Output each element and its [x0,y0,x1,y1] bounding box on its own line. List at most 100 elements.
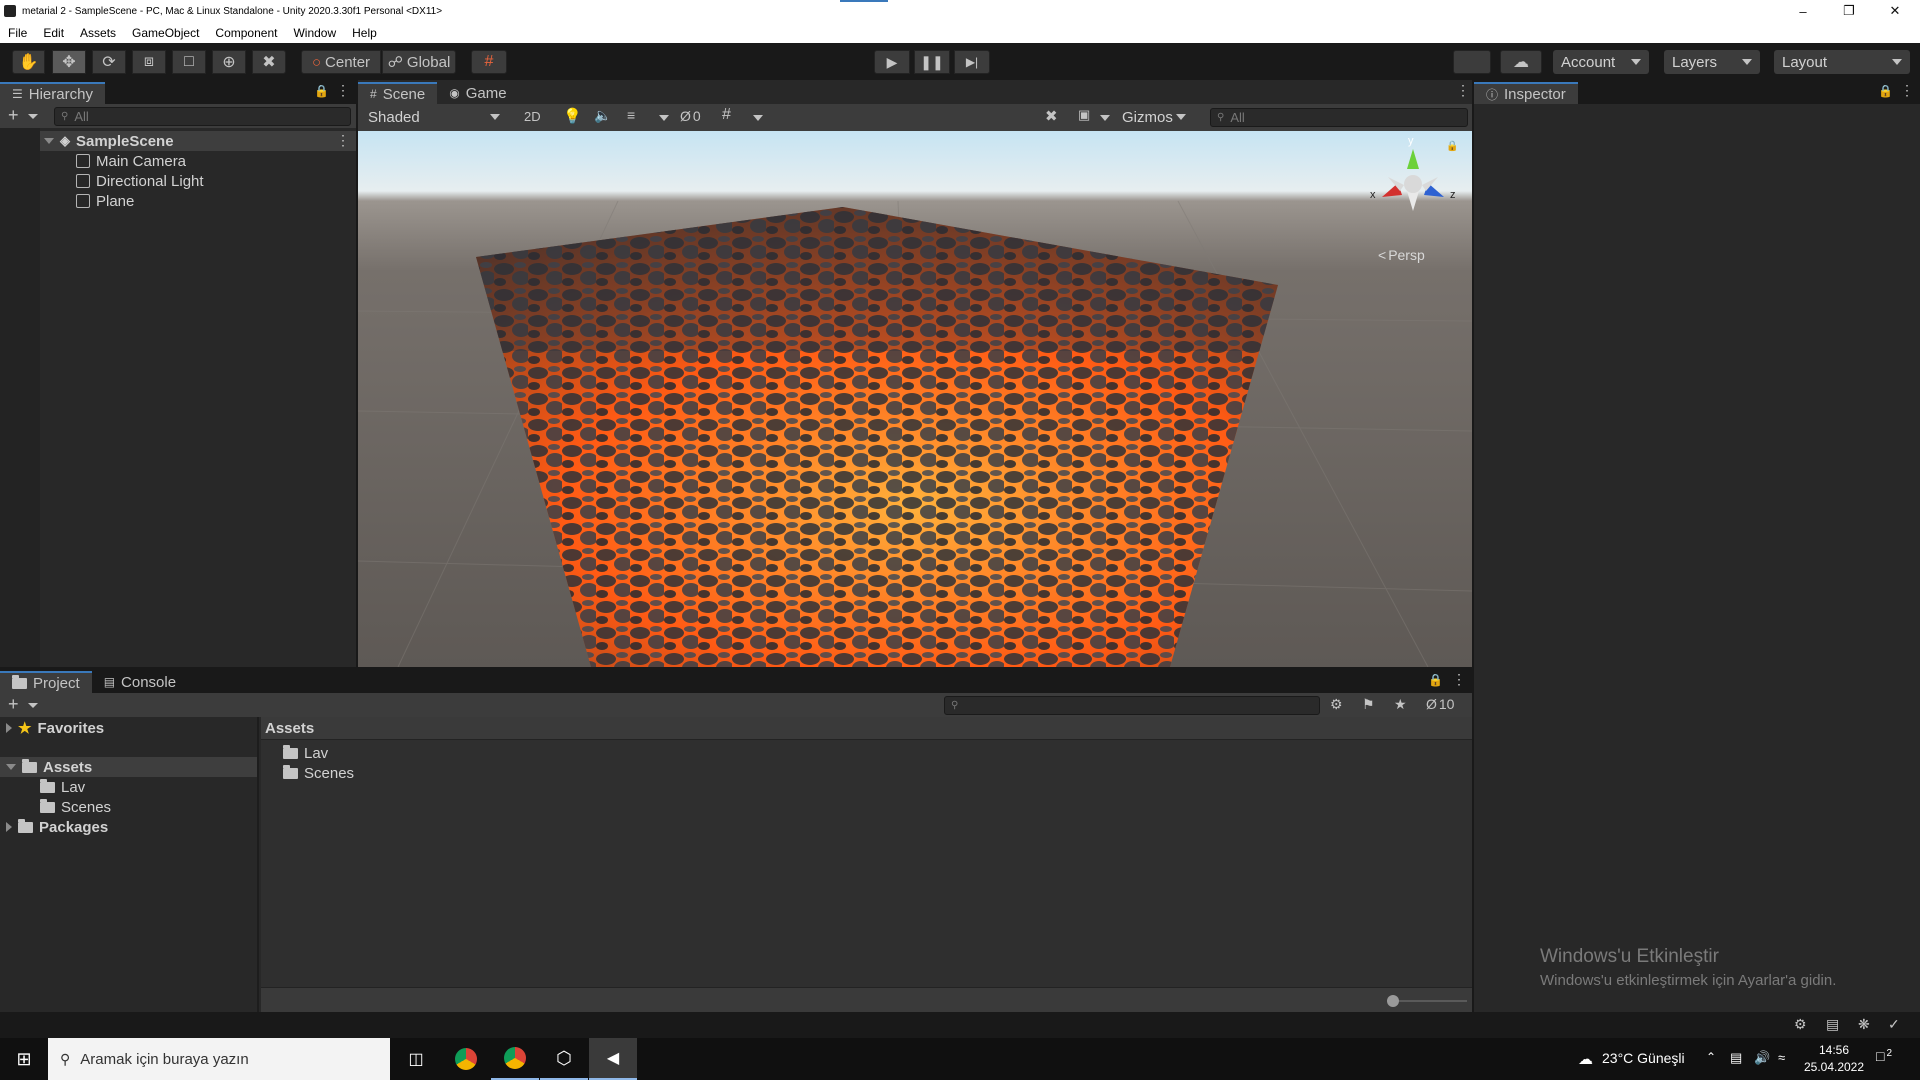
hidden-packages-toggle[interactable]: Ø 10 [1426,696,1454,712]
pivot-center-toggle[interactable]: ○ Center [301,50,381,74]
camera-icon[interactable]: ▣ [1078,107,1090,123]
tree-item-assets[interactable]: Assets [6,757,92,777]
rotate-tool-button[interactable]: ⟳ [92,50,126,74]
hierarchy-item-plane[interactable]: Plane [76,191,134,211]
filter-by-type-icon[interactable]: ⚙ [1330,696,1343,713]
layout-dropdown[interactable]: Layout [1774,50,1910,74]
menu-file[interactable]: File [8,26,27,40]
more-options-icon[interactable]: ⋮ [336,82,350,99]
scene-viewport[interactable]: y x z 🔒 < Persp [358,131,1472,667]
scene-options-icon[interactable]: ⋮ [336,132,350,149]
hierarchy-search-input[interactable]: ⚲ All [54,107,351,126]
task-view-button[interactable]: ◫ [392,1038,440,1080]
menu-component[interactable]: Component [215,26,277,40]
hidden-objects-toggle[interactable]: Ø 0 [680,108,701,124]
step-button[interactable]: ▶| [954,50,990,74]
tab-console[interactable]: ▤ Console [92,671,188,693]
auto-generate-lighting-icon[interactable]: ❋ [1858,1016,1870,1033]
tree-item-lav[interactable]: Lav [40,777,85,797]
chevron-down-icon[interactable] [753,115,763,121]
lock-icon[interactable]: 🔒 [1878,84,1893,98]
more-options-icon[interactable]: ⋮ [1456,82,1470,99]
rect-tool-button[interactable]: □ [172,50,206,74]
close-window-button[interactable]: ✕ [1872,0,1918,22]
lock-icon[interactable]: 🔒 [1428,673,1443,687]
projection-toggle[interactable]: < Persp [1378,247,1425,263]
expand-arrow-icon[interactable] [44,138,54,144]
zoom-slider-track[interactable] [1387,1000,1467,1002]
hand-tool-button[interactable]: ✋ [12,50,45,74]
expand-arrow-icon[interactable] [6,822,12,832]
tab-scene[interactable]: # Scene [358,82,438,104]
more-options-icon[interactable]: ⋮ [1900,82,1914,99]
breadcrumb-assets[interactable]: Assets [265,720,314,737]
clock[interactable]: 14:56 25.04.2022 [1802,1043,1866,1074]
scale-tool-button[interactable]: ⧈ [132,50,166,74]
menu-gameobject[interactable]: GameObject [132,26,199,40]
move-tool-button[interactable]: ✥ [52,50,86,74]
pause-button[interactable]: ❚❚ [914,50,950,74]
weather-icon[interactable]: ☁ [1578,1050,1593,1068]
check-icon[interactable]: ✓ [1888,1016,1900,1033]
grid-icon[interactable]: # [722,106,731,124]
audio-speaker-icon[interactable]: 🔈 [594,107,611,124]
debug-bug-icon[interactable]: ⚙ [1794,1016,1807,1033]
account-dropdown[interactable]: Account [1553,50,1649,74]
menu-edit[interactable]: Edit [43,26,64,40]
chevron-up-icon[interactable]: ⌃ [1706,1050,1716,1064]
tab-hierarchy[interactable]: ☰ Hierarchy [0,82,105,104]
minimize-button[interactable]: – [1780,0,1826,22]
menu-help[interactable]: Help [352,26,377,40]
lock-icon[interactable]: 🔒 [314,84,329,98]
weather-text[interactable]: 23°C Güneşli [1602,1050,1685,1066]
favorite-star-icon[interactable]: ★ [1394,696,1407,713]
toggle-2d-button[interactable]: 2D [524,109,541,124]
chrome-taskbar-button[interactable] [442,1038,490,1080]
chevron-down-icon[interactable] [28,703,38,708]
project-search-input[interactable]: ⚲ [944,696,1320,715]
menu-window[interactable]: Window [293,26,336,40]
chevron-down-icon[interactable] [659,115,669,121]
grid-snap-button[interactable]: # [471,50,507,74]
unity-editor-taskbar-button[interactable]: ◀ [589,1038,637,1080]
more-options-icon[interactable]: ⋮ [1452,671,1466,688]
lighting-bulb-icon[interactable]: 💡 [563,107,582,125]
lock-icon[interactable]: 🔒 [1446,141,1458,152]
shading-mode-dropdown[interactable]: Shaded [360,105,508,129]
play-button[interactable]: ▶ [874,50,910,74]
volume-icon[interactable]: 🔊 [1754,1050,1770,1066]
create-add-icon[interactable]: + [8,694,19,715]
start-button[interactable]: ⊞ [0,1038,48,1080]
transform-tool-button[interactable]: ⊕ [212,50,246,74]
tab-inspector[interactable]: ⓘ Inspector [1474,82,1578,104]
cloud-button[interactable]: ☁ [1500,50,1542,74]
asset-item-lav[interactable]: Lav [283,743,328,763]
asset-item-scenes[interactable]: Scenes [283,763,354,783]
taskbar-search-input[interactable]: ⚲ Aramak için buraya yazın [48,1038,390,1080]
hierarchy-item-main-camera[interactable]: Main Camera [76,151,186,171]
menu-assets[interactable]: Assets [80,26,116,40]
effects-icon[interactable]: ≡ [627,107,635,123]
hierarchy-item-directional-light[interactable]: Directional Light [76,171,204,191]
layers-dropdown[interactable]: Layers [1664,50,1760,74]
collab-button[interactable] [1453,50,1491,74]
expand-arrow-icon[interactable] [6,764,16,770]
zoom-slider-thumb[interactable] [1387,995,1399,1007]
chevron-down-icon[interactable] [28,114,38,119]
tree-item-scenes[interactable]: Scenes [40,797,111,817]
wifi-icon[interactable]: ≈ [1778,1050,1785,1065]
expand-arrow-icon[interactable] [6,723,12,733]
network-icon[interactable]: ▤ [1730,1050,1742,1066]
filter-by-label-icon[interactable]: ⚑ [1362,696,1375,713]
tab-project[interactable]: Project [0,671,92,693]
space-global-toggle[interactable]: ☍ Global [382,50,456,74]
tools-icon[interactable]: ✖ [1045,107,1058,125]
create-add-icon[interactable]: + [8,105,19,126]
custom-tool-button[interactable]: ✖ [252,50,286,74]
unity-hub-taskbar-button[interactable]: ⬡ [540,1038,588,1080]
gizmos-dropdown[interactable]: Gizmos [1114,105,1194,129]
tree-item-favorites[interactable]: ★ Favorites [6,718,104,738]
cache-server-icon[interactable]: ▤ [1826,1016,1839,1033]
chevron-down-icon[interactable] [1100,115,1110,121]
scene-search-input[interactable]: ⚲ All [1210,108,1468,127]
